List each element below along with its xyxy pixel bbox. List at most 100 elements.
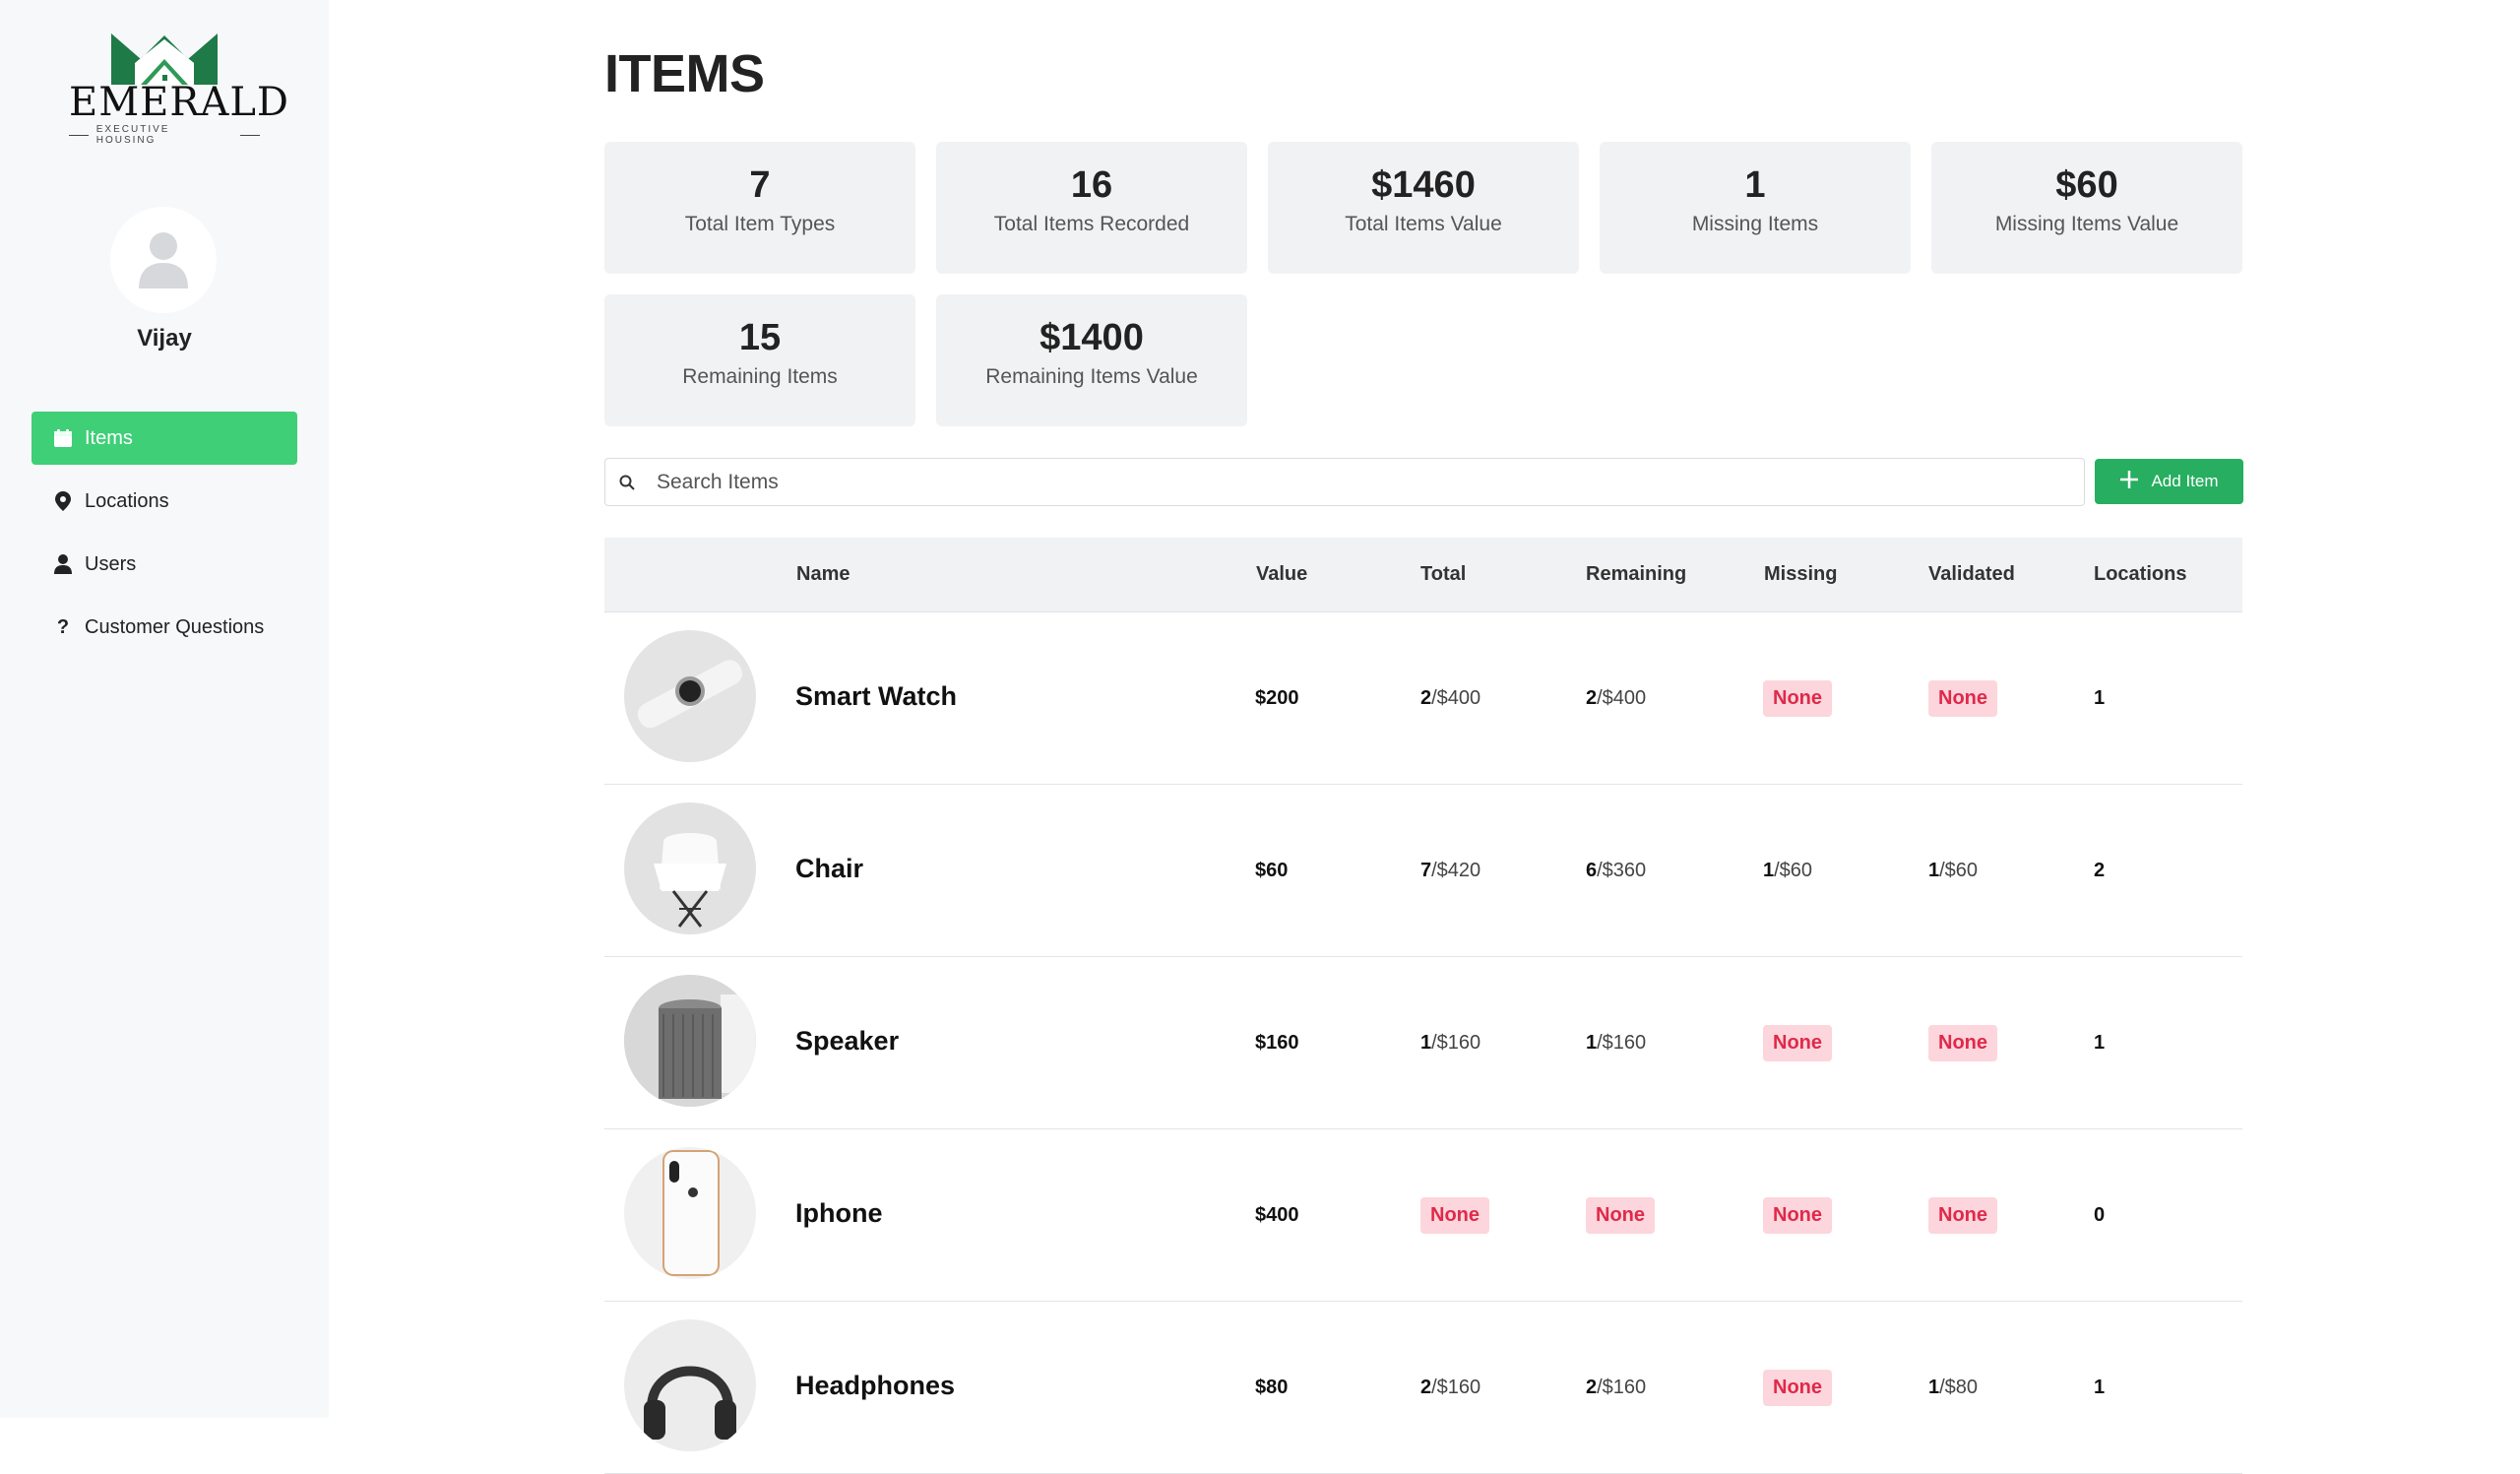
item-locations: 1 — [2094, 1377, 2106, 1398]
item-value: $400 — [1255, 1204, 1299, 1226]
item-total: 1/$160 — [1420, 1032, 1481, 1054]
item-remaining: 2/$160 — [1586, 1377, 1647, 1398]
add-item-button[interactable]: Add Item — [2095, 459, 2243, 504]
item-name[interactable]: Speaker — [795, 1026, 899, 1057]
status-badge: None — [1928, 1197, 1997, 1234]
status-badge: None — [1763, 680, 1832, 717]
emerald-logo-mark — [111, 33, 218, 85]
sidebar-item-label: Items — [85, 426, 133, 449]
brand-name: EMERALD — [69, 80, 289, 125]
status-badge: None — [1763, 1197, 1832, 1234]
item-name[interactable]: Headphones — [795, 1371, 955, 1401]
table-row[interactable]: Chair $60 7/$420 6/$360 1/$60 1/$60 2 — [604, 785, 2242, 957]
avatar[interactable] — [110, 207, 217, 313]
map-pin-icon — [53, 491, 73, 511]
search-input[interactable] — [649, 470, 2027, 494]
user-icon — [53, 554, 73, 574]
status-badge: None — [1763, 1025, 1832, 1061]
stat-card-total-items-value: $1460 Total Items Value — [1268, 142, 1579, 274]
stat-label: Remaining Items — [682, 365, 838, 388]
item-value: $60 — [1255, 860, 1289, 881]
sidebar-item-label: Users — [85, 552, 137, 575]
sidebar-item-customer-questions[interactable]: ? Customer Questions — [32, 601, 297, 654]
item-remaining: None — [1586, 1197, 1655, 1234]
table-row[interactable]: Headphones $80 2/$160 2/$160 None 1/$80 … — [604, 1302, 2242, 1474]
status-badge: None — [1928, 1025, 1997, 1061]
stat-label: Total Items Value — [1345, 213, 1502, 235]
user-name: Vijay — [137, 325, 192, 352]
stat-label: Total Item Types — [684, 213, 836, 235]
column-header-name[interactable]: Name — [796, 563, 850, 586]
sidebar: EMERALD EXECUTIVE HOUSING Vijay Items Lo… — [0, 0, 329, 1418]
table-row[interactable]: Smart Watch $200 2/$400 2/$400 None None… — [604, 612, 2242, 785]
item-remaining: 1/$160 — [1586, 1032, 1647, 1054]
stat-card-missing-items: 1 Missing Items — [1600, 142, 1911, 274]
stat-card-remaining-items: 15 Remaining Items — [604, 294, 915, 426]
search-bar[interactable] — [604, 458, 2085, 506]
plus-icon — [2119, 470, 2139, 494]
item-validated: None — [1928, 1025, 1997, 1061]
item-missing: None — [1763, 680, 1832, 717]
item-total: 2/$400 — [1420, 687, 1481, 709]
item-missing: None — [1763, 1197, 1832, 1234]
item-locations: 1 — [2094, 687, 2106, 709]
item-locations: 0 — [2094, 1204, 2106, 1226]
item-image-speaker — [624, 975, 756, 1107]
item-value: $160 — [1255, 1032, 1299, 1054]
stat-value: 1 — [1744, 164, 1766, 206]
user-icon — [139, 232, 188, 288]
items-table: Name Value Total Remaining Missing Valid… — [604, 538, 2242, 1474]
page-title: ITEMS — [604, 44, 765, 103]
column-header-locations[interactable]: Locations — [2094, 563, 2186, 586]
item-missing: 1/$60 — [1763, 860, 1813, 881]
stat-card-missing-items-value: $60 Missing Items Value — [1931, 142, 2242, 274]
status-badge: None — [1420, 1197, 1489, 1234]
brand-tagline: EXECUTIVE HOUSING — [95, 124, 170, 146]
table-row[interactable]: Speaker $160 1/$160 1/$160 None None 1 — [604, 957, 2242, 1129]
stat-value: $60 — [2055, 164, 2118, 206]
item-locations: 2 — [2094, 860, 2106, 881]
column-header-total[interactable]: Total — [1420, 563, 1466, 586]
status-badge: None — [1928, 680, 1997, 717]
stat-card-remaining-items-value: $1400 Remaining Items Value — [936, 294, 1247, 426]
status-badge: None — [1763, 1370, 1832, 1406]
sidebar-item-items[interactable]: Items — [32, 412, 297, 465]
stat-label: Missing Items Value — [1994, 213, 2179, 235]
stat-value: 7 — [749, 164, 771, 206]
table-header: Name Value Total Remaining Missing Valid… — [604, 538, 2242, 612]
sidebar-item-users[interactable]: Users — [32, 538, 297, 591]
item-name[interactable]: Chair — [795, 854, 863, 884]
item-total: 2/$160 — [1420, 1377, 1481, 1398]
status-badge: None — [1586, 1197, 1655, 1234]
item-image-headphones — [624, 1319, 756, 1451]
item-image-iphone — [624, 1147, 756, 1279]
stat-label: Missing Items — [1691, 213, 1819, 235]
brand-logo[interactable]: EMERALD EXECUTIVE HOUSING — [69, 30, 289, 148]
item-total: 7/$420 — [1420, 860, 1481, 881]
column-header-remaining[interactable]: Remaining — [1586, 563, 1686, 586]
box-icon — [53, 428, 73, 448]
table-row[interactable]: Iphone $400 None None None None 0 — [604, 1129, 2242, 1302]
item-name[interactable]: Smart Watch — [795, 681, 957, 712]
column-header-value[interactable]: Value — [1256, 563, 1307, 586]
item-value: $200 — [1255, 687, 1299, 709]
column-header-validated[interactable]: Validated — [1928, 563, 2015, 586]
item-name[interactable]: Iphone — [795, 1198, 883, 1229]
item-validated: None — [1928, 1197, 1997, 1234]
item-remaining: 6/$360 — [1586, 860, 1647, 881]
add-item-label: Add Item — [2151, 472, 2219, 490]
sidebar-item-locations[interactable]: Locations — [32, 475, 297, 528]
item-image-chair — [624, 802, 756, 934]
sidebar-item-label: Locations — [85, 489, 169, 512]
item-validated: 1/$60 — [1928, 860, 1979, 881]
stat-value: $1400 — [1040, 317, 1144, 358]
stat-value: 15 — [738, 317, 782, 358]
sidebar-nav: Items Locations Users ? Customer Questio… — [32, 412, 297, 664]
question-icon: ? — [56, 615, 70, 638]
stat-card-total-item-types: 7 Total Item Types — [604, 142, 915, 274]
stat-value: 16 — [1070, 164, 1113, 206]
item-missing: None — [1763, 1370, 1832, 1406]
item-locations: 1 — [2094, 1032, 2106, 1054]
stat-label: Total Items Recorded — [993, 213, 1190, 235]
column-header-missing[interactable]: Missing — [1764, 563, 1837, 586]
